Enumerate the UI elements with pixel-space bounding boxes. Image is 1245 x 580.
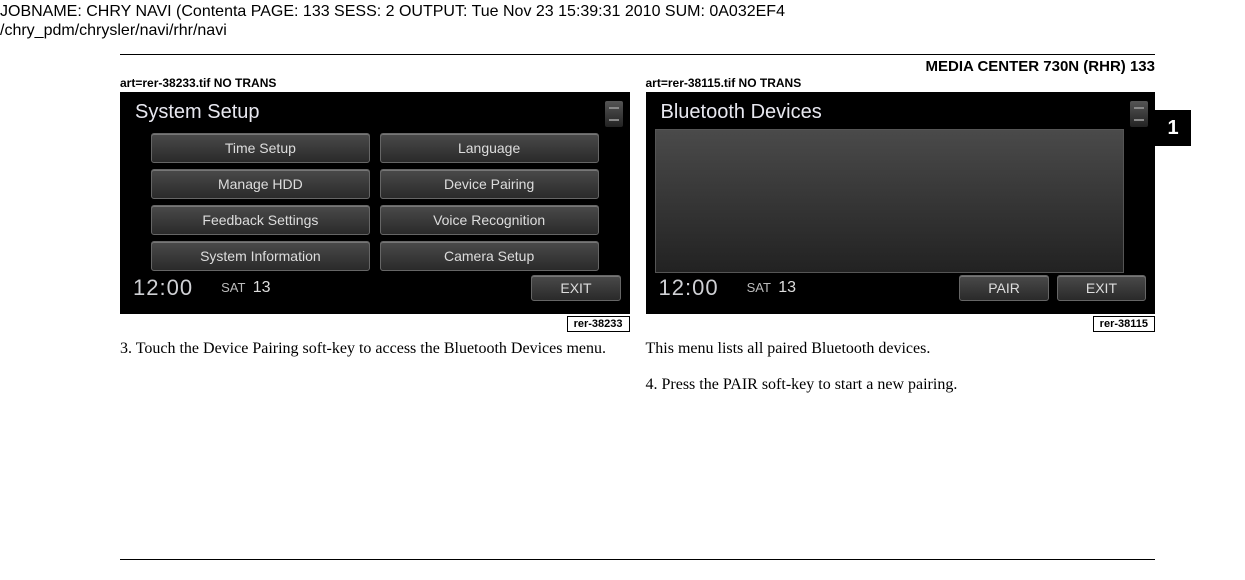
page-header-right: MEDIA CENTER 730N (RHR) 133 [926, 58, 1156, 75]
clock: 12:00 [121, 275, 193, 301]
job-header: JOBNAME: CHRY NAVI (Contenta PAGE: 133 S… [0, 0, 785, 40]
content-row: art=rer-38233.tif NO TRANS System Setup … [120, 76, 1155, 395]
header-rule [120, 54, 1155, 55]
date-num: 13 [249, 279, 271, 296]
button-grid: Time Setup Language Manage HDD Device Pa… [151, 133, 599, 271]
caption-right-2: 4. Press the PAIR soft-key to start a ne… [646, 374, 1156, 396]
exit-button[interactable]: EXIT [1057, 275, 1146, 301]
date-day: SAT [747, 280, 771, 295]
right-column: art=rer-38115.tif NO TRANS Bluetooth Dev… [646, 76, 1156, 395]
date-day: SAT [221, 280, 245, 295]
pair-button[interactable]: PAIR [959, 275, 1049, 301]
date: SAT 13 [193, 279, 271, 297]
art-label-right: art=rer-38115.tif NO TRANS [646, 76, 1156, 90]
screen-wrap-right: Bluetooth Devices 12:00 SAT 13 PAIR EXIT… [646, 92, 1156, 330]
bluetooth-device-list[interactable] [655, 129, 1125, 273]
left-column: art=rer-38233.tif NO TRANS System Setup … [120, 76, 630, 395]
section-tab: 1 [1155, 110, 1191, 146]
device-pairing-button[interactable]: Device Pairing [380, 169, 599, 199]
date-num: 13 [774, 279, 796, 296]
art-label-left: art=rer-38233.tif NO TRANS [120, 76, 630, 90]
rer-tag-left: rer-38233 [567, 316, 630, 332]
screen-title: System Setup [135, 101, 260, 124]
footer-rule [120, 559, 1155, 560]
manage-hdd-button[interactable]: Manage HDD [151, 169, 370, 199]
screen-title: Bluetooth Devices [661, 101, 822, 124]
system-setup-screen: System Setup Time Setup Language Manage … [120, 92, 630, 314]
job-header-line1: JOBNAME: CHRY NAVI (Contenta PAGE: 133 S… [0, 2, 785, 21]
clock: 12:00 [647, 275, 719, 301]
status-bar: 12:00 SAT 13 EXIT [121, 275, 629, 301]
language-button[interactable]: Language [380, 133, 599, 163]
camera-setup-button[interactable]: Camera Setup [380, 241, 599, 271]
scrollbar-icon[interactable] [605, 101, 623, 127]
system-information-button[interactable]: System Information [151, 241, 370, 271]
rer-tag-right: rer-38115 [1093, 316, 1155, 332]
job-header-line2: /chry_pdm/chrysler/navi/rhr/navi [0, 21, 785, 40]
bluetooth-devices-screen: Bluetooth Devices 12:00 SAT 13 PAIR EXIT [646, 92, 1156, 314]
voice-recognition-button[interactable]: Voice Recognition [380, 205, 599, 235]
date: SAT 13 [719, 279, 797, 297]
feedback-settings-button[interactable]: Feedback Settings [151, 205, 370, 235]
caption-right-1: This menu lists all paired Bluetooth dev… [646, 338, 1156, 360]
scrollbar-icon[interactable] [1130, 101, 1148, 127]
caption-left: 3. Touch the Device Pairing soft-key to … [120, 338, 630, 360]
exit-button[interactable]: EXIT [531, 275, 620, 301]
time-setup-button[interactable]: Time Setup [151, 133, 370, 163]
screen-wrap-left: System Setup Time Setup Language Manage … [120, 92, 630, 330]
status-bar: 12:00 SAT 13 PAIR EXIT [647, 275, 1155, 301]
